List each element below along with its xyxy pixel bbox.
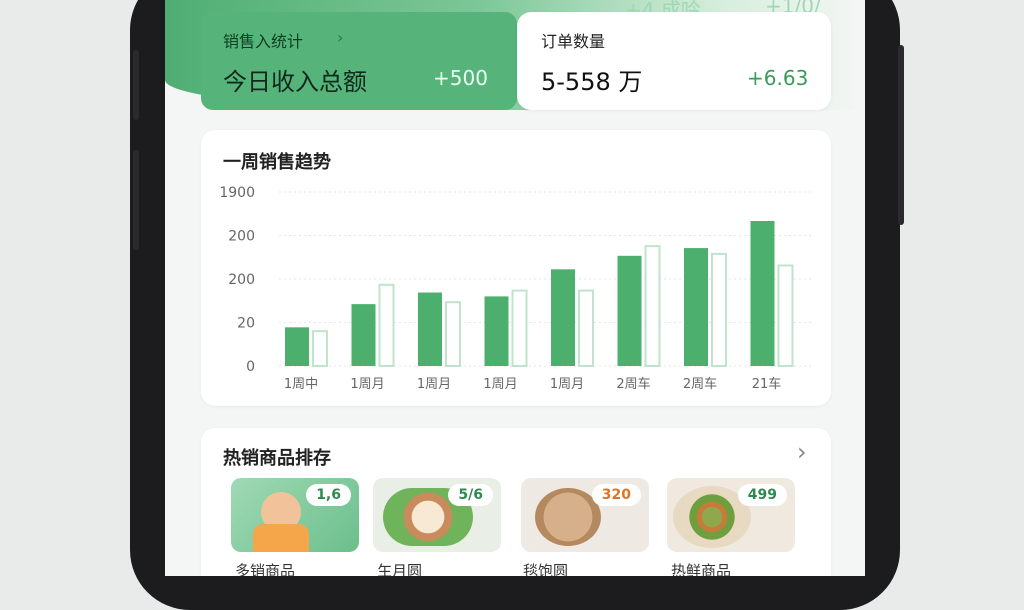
bar-primary[interactable] <box>418 292 442 366</box>
x-tick-label: 1周月 <box>350 377 384 392</box>
hot-title: 热销商品排存 <box>223 448 331 469</box>
sales-card[interactable]: 销售入统计 › 今日收入总额 +500 <box>201 12 517 110</box>
weekly-sales-chart: 19002002002001周中 1周月 1周月 1周月 1周月 2周车 2周车 21车 <box>219 185 811 392</box>
x-tick-label: 2周车 <box>616 376 650 392</box>
y-tick-label: 1900 <box>219 185 255 201</box>
sales-label: 销售入统计 <box>223 32 304 51</box>
product-name: 玍月圆 <box>377 562 423 576</box>
chevron-right-icon: › <box>337 28 344 47</box>
bar-primary[interactable] <box>351 304 376 366</box>
product-name: 毯饱圆 <box>523 562 569 576</box>
product-card-2[interactable]: 5/6 <box>373 478 501 552</box>
bar-primary[interactable] <box>684 248 708 366</box>
product-badge: 5/6 <box>448 484 493 506</box>
orders-card[interactable]: 订单数量 5-558 万 +6.63 <box>517 12 831 110</box>
bar-primary[interactable] <box>551 269 575 366</box>
orders-label: 订单数量 <box>541 32 606 51</box>
product-name: 热鲜商品 <box>671 562 732 576</box>
app-screen: +4 成吟 +1/0/ 销售入统计 › 今日收入总额 +500 订单数量 5-5… <box>165 0 865 576</box>
bar-primary[interactable] <box>285 327 309 366</box>
product-card-4[interactable]: 499 <box>667 478 795 552</box>
bar-secondary[interactable] <box>445 301 461 367</box>
y-tick-label: 200 <box>228 272 255 288</box>
y-tick-label: 20 <box>237 316 255 332</box>
y-tick-label: 0 <box>246 359 255 375</box>
bar-secondary[interactable] <box>511 289 528 368</box>
product-image-body <box>253 524 309 552</box>
sales-delta: +500 <box>433 66 488 90</box>
x-tick-label: 1周中 <box>284 377 318 392</box>
product-badge: 499 <box>737 484 787 506</box>
weekly-sales-card: 一周销售趋势 1900 200 200 20 0 1周中 1周月 1周月 1周月 1周月 2周车 2周… <box>201 130 831 406</box>
side-button-mid <box>133 150 139 250</box>
bar-secondary[interactable] <box>711 252 727 367</box>
bar-secondary[interactable] <box>777 264 794 367</box>
bar-secondary[interactable] <box>312 330 328 367</box>
sales-title: 今日收入总额 <box>223 68 367 96</box>
product-card-3[interactable]: 320 <box>521 478 649 552</box>
x-tick-label: 1周月 <box>483 377 517 392</box>
orders-delta: +6.63 <box>747 66 809 90</box>
product-name: 多销商品 <box>235 562 296 576</box>
side-button-top <box>133 50 139 120</box>
side-button-right <box>898 45 904 225</box>
product-badge: 1,6 <box>306 484 351 506</box>
product-badge: 320 <box>591 484 641 506</box>
bar-primary[interactable] <box>750 221 775 366</box>
x-tick-label: 21车 <box>752 376 782 392</box>
chevron-right-icon[interactable]: › <box>797 438 807 466</box>
product-card-1[interactable]: 1,6 <box>231 478 359 552</box>
bar-secondary[interactable] <box>644 245 661 367</box>
bar-primary[interactable] <box>484 296 509 366</box>
bar-secondary[interactable] <box>378 283 395 367</box>
bar-primary[interactable] <box>617 255 642 366</box>
x-tick-label: 1周月 <box>550 377 584 392</box>
bar-secondary[interactable] <box>578 289 594 368</box>
x-tick-label: 1周月 <box>417 377 451 392</box>
y-tick-label: 200 <box>228 229 255 245</box>
orders-value: 5-558 万 <box>541 68 643 96</box>
product-image <box>535 488 601 546</box>
x-tick-label: 2周车 <box>683 376 717 392</box>
